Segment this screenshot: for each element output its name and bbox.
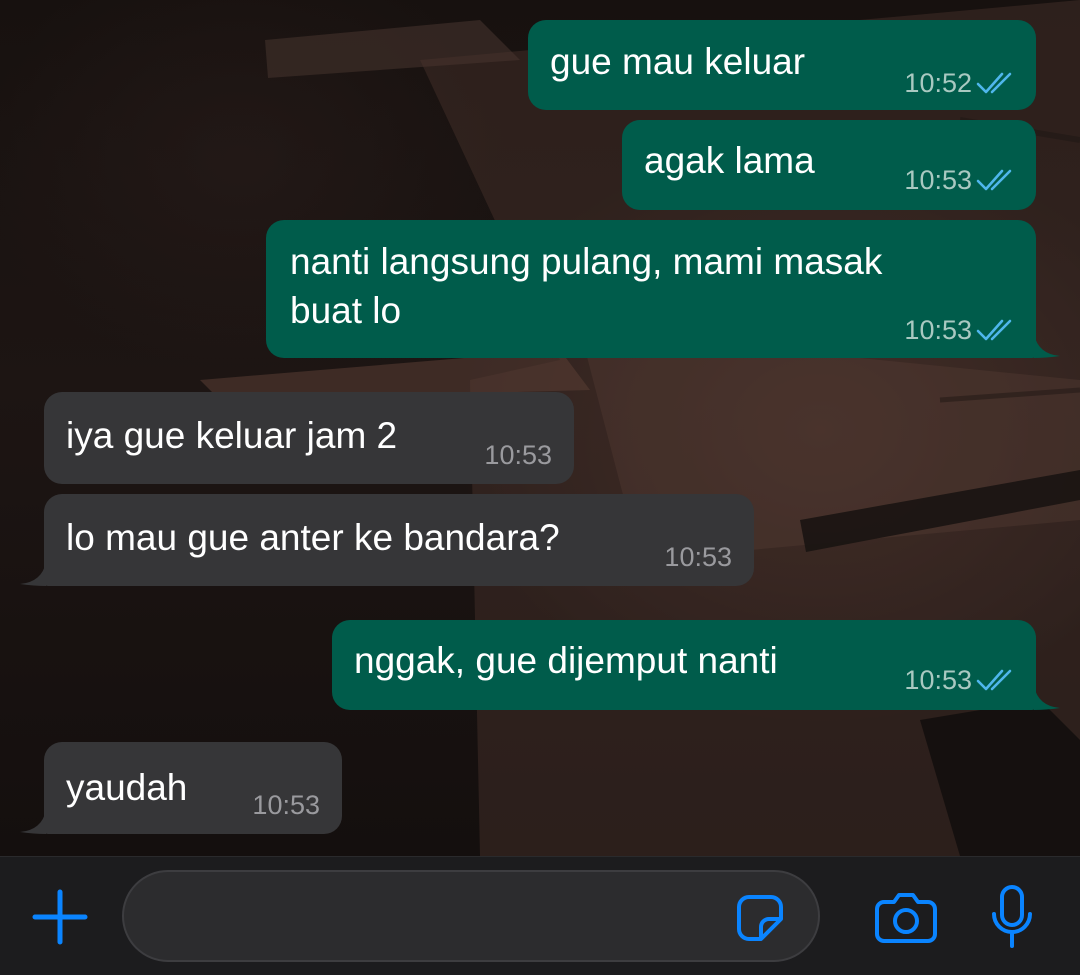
- message-input-field[interactable]: [122, 870, 820, 962]
- message-bubble-incoming[interactable]: yaudah 10:53: [20, 742, 342, 834]
- message-bubble-outgoing[interactable]: gue mau keluar 10:52: [528, 20, 1036, 110]
- message-text-line: buat lo: [290, 290, 402, 331]
- read-receipt-icon: [976, 70, 1020, 96]
- message-time: 10:53: [904, 165, 972, 195]
- message-meta: 10:53: [484, 440, 552, 470]
- message-text: nggak, gue dijemput nanti: [354, 640, 778, 681]
- message-text-line: nanti langsung pulang, mami masak: [290, 241, 883, 282]
- message-meta: 10:53: [904, 165, 1020, 195]
- bubble-tail: [1034, 686, 1060, 710]
- message-time: 10:52: [904, 68, 972, 98]
- message-meta: 10:53: [904, 665, 1020, 695]
- camera-icon[interactable]: [872, 885, 940, 949]
- message-input[interactable]: [154, 872, 718, 962]
- chat-messages[interactable]: gue mau keluar 10:52 agak lama 10:53 nan…: [0, 0, 1080, 856]
- message-text: agak lama: [644, 140, 815, 181]
- message-bubble-incoming[interactable]: lo mau gue anter ke bandara? 10:53: [20, 494, 754, 586]
- message-text: gue mau keluar: [550, 41, 806, 82]
- read-receipt-icon: [976, 167, 1020, 193]
- microphone-icon[interactable]: [984, 881, 1040, 953]
- sticker-icon[interactable]: [734, 892, 786, 944]
- message-time: 10:53: [664, 542, 732, 572]
- message-time: 10:53: [484, 440, 552, 470]
- message-text: lo mau gue anter ke bandara?: [66, 517, 560, 558]
- message-bubble-outgoing[interactable]: nanti langsung pulang, mami masak buat l…: [266, 220, 1060, 358]
- message-text: yaudah: [66, 767, 188, 808]
- message-meta: 10:53: [252, 790, 320, 820]
- message-text: iya gue keluar jam 2: [66, 415, 398, 456]
- bubble-tail: [1034, 334, 1060, 358]
- message-meta: 10:53: [904, 315, 1020, 345]
- bubble-tail: [20, 810, 46, 834]
- message-bubble-incoming[interactable]: iya gue keluar jam 2 10:53: [44, 392, 574, 484]
- message-meta: 10:53: [664, 542, 732, 572]
- bubble-tail: [20, 562, 46, 586]
- message-bubble-outgoing[interactable]: agak lama 10:53: [622, 120, 1036, 210]
- message-meta: 10:52: [904, 68, 1020, 98]
- message-time: 10:53: [904, 315, 972, 345]
- read-receipt-icon: [976, 317, 1020, 343]
- plus-icon[interactable]: [28, 885, 92, 949]
- message-bubble-outgoing[interactable]: nggak, gue dijemput nanti 10:53: [332, 620, 1060, 710]
- message-input-bar: [0, 856, 1080, 975]
- message-time: 10:53: [904, 665, 972, 695]
- message-time: 10:53: [252, 790, 320, 820]
- read-receipt-icon: [976, 667, 1020, 693]
